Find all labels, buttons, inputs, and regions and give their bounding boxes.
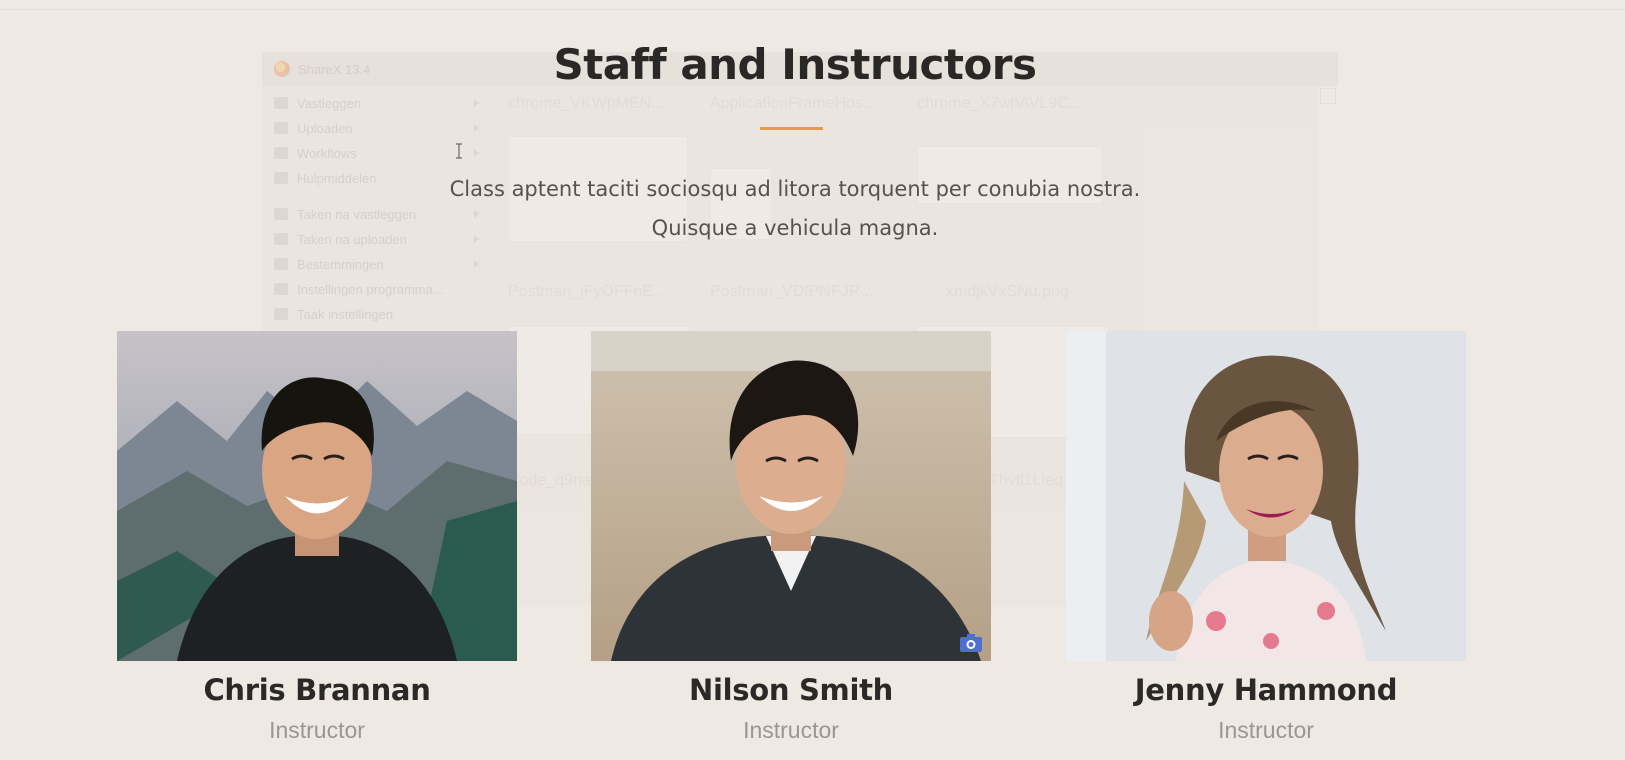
capture-icon [274, 97, 288, 109]
overlay-file-name: xmdjkVxSNu.png [946, 283, 1069, 300]
camera-icon[interactable] [959, 633, 983, 653]
chevron-right-icon [474, 124, 479, 132]
staff-role: Instructor [743, 717, 839, 743]
staff-role: Instructor [269, 717, 365, 743]
overlay-menu-label: Taak instellingen [297, 307, 394, 322]
overlay-menu-item: Bestemmingen [274, 257, 479, 277]
overlay-menu-label: Taken na uploaden [297, 232, 407, 247]
overlay-menu-item: Taak instellingen [274, 307, 479, 327]
staff-name: Jenny Hammond [1134, 673, 1398, 707]
overlay-menu-label: Vastleggen [297, 96, 362, 111]
staff-photo-nilson-smith[interactable] [591, 331, 991, 661]
tools-icon [274, 172, 288, 184]
staff-photo-jenny-hammond[interactable] [1066, 331, 1466, 661]
staff-name: Chris Brannan [203, 673, 431, 707]
overlay-file-name: chrome_VKWpMEN... [508, 95, 665, 112]
overlay-file-name: Postman_VDfPNFJR... [710, 283, 874, 300]
overlay-menu-item: Vastleggen [274, 96, 479, 116]
staff-card[interactable]: Nilson Smith Instructor [591, 331, 991, 744]
destinations-icon [274, 258, 288, 270]
text-cursor-icon [456, 143, 462, 159]
overlay-menu-label: Uploaden [297, 121, 353, 136]
settings-icon [274, 283, 288, 295]
overlay-menu-item: Instellingen programma... [274, 282, 479, 302]
overlay-file-name: chrome_X7whAVL9C... [917, 95, 1083, 112]
overlay-menu-label: Instellingen programma... [297, 282, 444, 297]
overlay-menu-item: Workflows [274, 146, 479, 166]
overlay-menu-item: Uploaden [274, 121, 479, 141]
staff-photo-image [117, 331, 517, 661]
overlay-file-name: ApplicationFrameHos... [710, 95, 877, 112]
overlay-file-name: Postman_jFyOFFnE... [508, 283, 667, 300]
workflow-icon [274, 147, 288, 159]
staff-role: Instructor [1218, 717, 1314, 743]
chevron-right-icon [474, 149, 479, 157]
overlay-menu-label: Hulpmiddelen [297, 171, 377, 186]
staff-photo-chris-brannan[interactable] [117, 331, 517, 661]
after-upload-icon [274, 233, 288, 245]
after-capture-icon [274, 208, 288, 220]
staff-name: Nilson Smith [688, 673, 894, 707]
title-accent-line [760, 127, 823, 130]
staff-card[interactable]: Chris Brannan Instructor [117, 331, 517, 744]
overlay-menu-label: Bestemmingen [297, 257, 384, 272]
staff-photo-image [1066, 331, 1466, 661]
overlay-menu-label: Workflows [297, 146, 357, 161]
chevron-right-icon [474, 260, 479, 268]
section-title: Staff and Instructors [553, 40, 1037, 89]
chevron-right-icon [474, 99, 479, 107]
upload-icon [274, 122, 288, 134]
top-divider [0, 9, 1625, 10]
overlay-menu-label: Taken na vastleggen [297, 207, 417, 222]
staff-photo-image [591, 331, 991, 661]
section-subtitle: Class aptent taciti sociosqu ad litora t… [449, 177, 1141, 240]
gear-icon [274, 308, 288, 320]
overlay-scroll-icon [1320, 88, 1336, 104]
staff-card[interactable]: Jenny Hammond Instructor [1066, 331, 1466, 744]
